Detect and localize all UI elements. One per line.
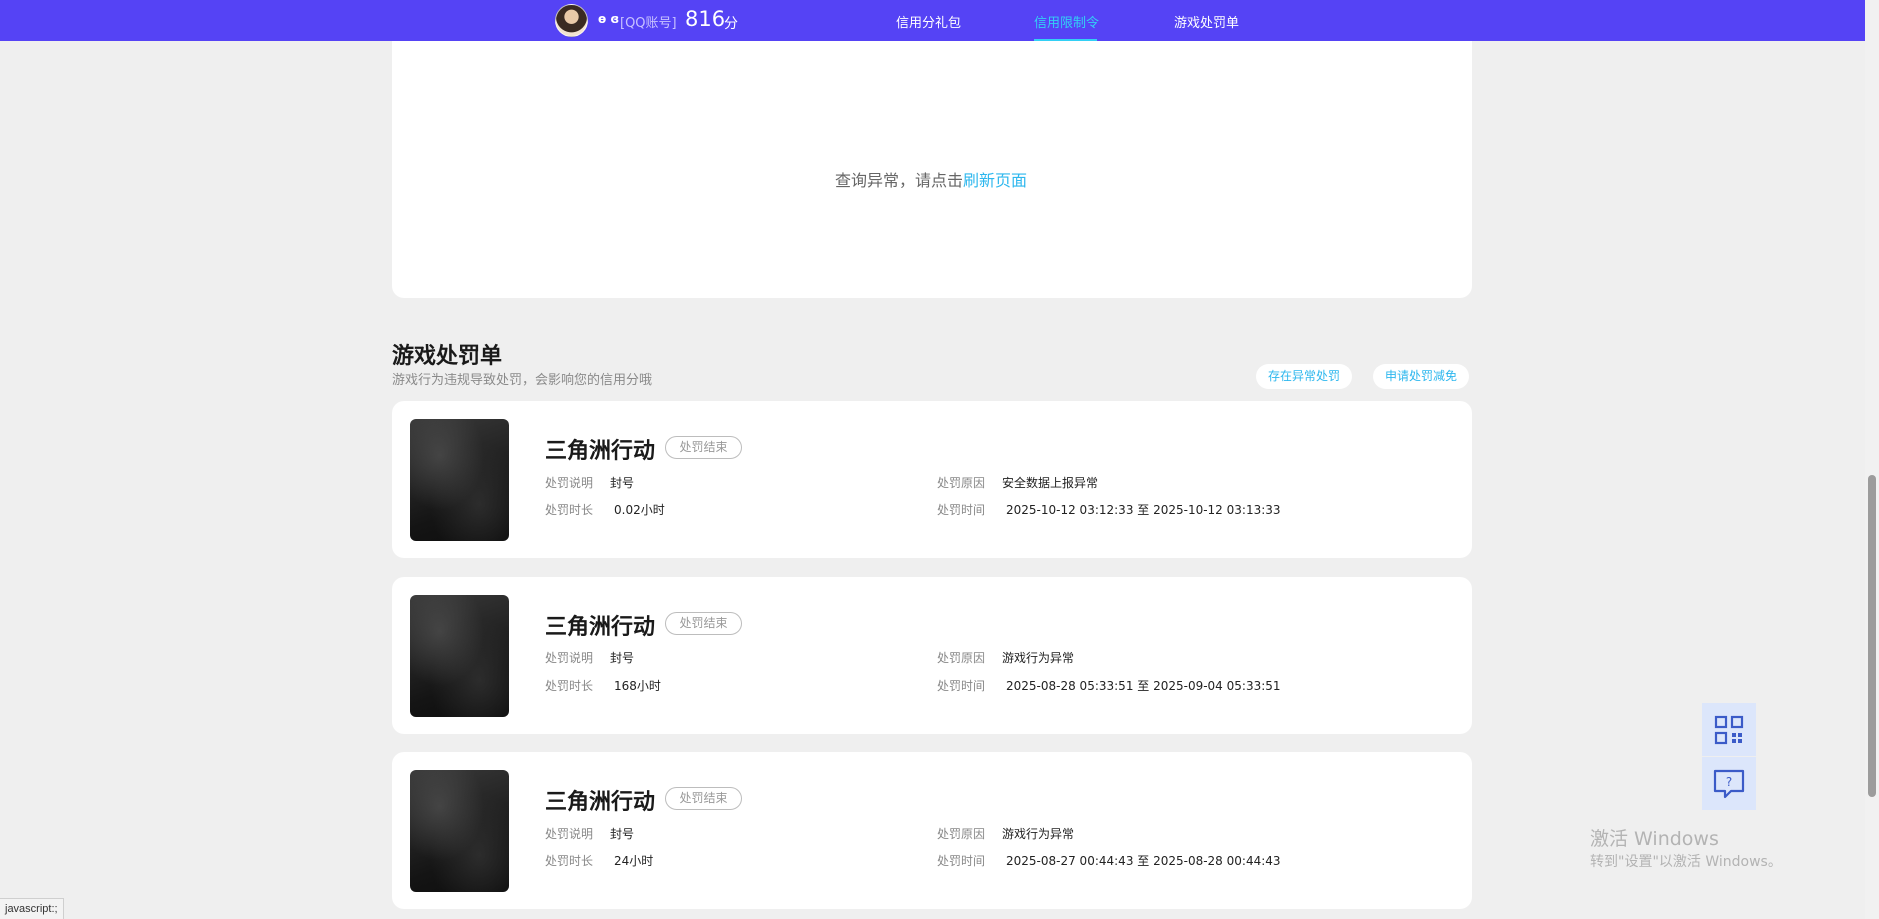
error-text: 查询异常，请点击 (835, 171, 964, 190)
game-name: 三角洲行动 (545, 790, 656, 815)
penalty-card: 三角洲行动 处罚结束 处罚说明 封号 处罚时长 24小时 处罚原因 游戏行为异常… (392, 752, 1472, 909)
credit-score-unit: 分 (724, 16, 738, 32)
browser-status-bar: javascript:; (0, 898, 64, 919)
windows-activation-hint: 转到"设置"以激活 Windows。 (1590, 854, 1782, 870)
penalty-desc-value: 封号 (610, 651, 635, 665)
penalty-time-value: 2025-08-28 05:33:51 至 2025-09-04 05:33:5… (1006, 679, 1281, 693)
penalty-duration-label: 处罚时长 (545, 503, 594, 517)
user-nickname: ɵ ɞ (598, 12, 620, 26)
credit-score: 816 (685, 7, 726, 31)
user-avatar[interactable] (555, 4, 588, 37)
status-badge: 处罚结束 (665, 787, 742, 810)
top-nav-bar: ɵ ɞ [QQ账号] 816 分 信用分礼包 信用限制令 游戏处罚单 (0, 0, 1865, 41)
penalty-reason-value: 游戏行为异常 (1002, 651, 1075, 665)
penalty-desc-label: 处罚说明 (545, 476, 594, 490)
penalty-desc-label: 处罚说明 (545, 651, 594, 665)
penalty-time-label: 处罚时间 (937, 679, 986, 693)
section-subtitle: 游戏行为违规导致处罚，会影响您的信用分哦 (392, 373, 653, 388)
feedback-icon: ? (1713, 769, 1745, 798)
game-name: 三角洲行动 (545, 615, 656, 640)
penalty-time-value: 2025-10-12 03:12:33 至 2025-10-12 03:13:3… (1006, 503, 1281, 517)
penalty-reason-value: 游戏行为异常 (1002, 827, 1075, 841)
query-error-message: 查询异常，请点击刷新页面 (835, 167, 1027, 191)
status-badge: 处罚结束 (665, 612, 742, 635)
windows-activation-title: 激活 Windows (1590, 828, 1719, 850)
feedback-glyph: ? (1726, 775, 1732, 789)
abnormal-penalty-button[interactable]: 存在异常处罚 (1256, 364, 1353, 389)
penalty-time-value: 2025-08-27 00:44:43 至 2025-08-28 00:44:4… (1006, 854, 1281, 868)
penalty-card: 三角洲行动 处罚结束 处罚说明 封号 处罚时长 168小时 处罚原因 游戏行为异… (392, 577, 1472, 734)
penalty-duration-label: 处罚时长 (545, 854, 594, 868)
scrollbar-thumb[interactable] (1868, 475, 1876, 797)
game-name: 三角洲行动 (545, 439, 656, 464)
penalty-duration-value: 24小时 (614, 854, 654, 868)
penalty-time-label: 处罚时间 (937, 854, 986, 868)
nav-credit-restriction[interactable]: 信用限制令 (1034, 12, 1099, 31)
penalty-desc-label: 处罚说明 (545, 827, 594, 841)
penalty-reason-value: 安全数据上报异常 (1002, 476, 1099, 490)
game-thumbnail (410, 595, 509, 717)
qrcode-icon (1714, 715, 1744, 744)
penalty-time-label: 处罚时间 (937, 503, 986, 517)
penalty-reason-label: 处罚原因 (937, 827, 986, 841)
penalty-reason-label: 处罚原因 (937, 476, 986, 490)
penalty-duration-label: 处罚时长 (545, 679, 594, 693)
feedback-button[interactable]: ? (1702, 757, 1756, 810)
nav-game-penalty[interactable]: 游戏处罚单 (1174, 12, 1239, 31)
game-thumbnail (410, 419, 509, 541)
penalty-card: 三角洲行动 处罚结束 处罚说明 封号 处罚时长 0.02小时 处罚原因 安全数据… (392, 401, 1472, 558)
game-thumbnail (410, 770, 509, 892)
apply-reduction-button[interactable]: 申请处罚减免 (1373, 364, 1470, 389)
penalty-desc-value: 封号 (610, 476, 635, 490)
section-title: 游戏处罚单 (392, 344, 503, 369)
qrcode-button[interactable] (1702, 703, 1756, 756)
nav-credit-gift[interactable]: 信用分礼包 (896, 12, 961, 31)
account-type-tag: [QQ账号] (620, 16, 677, 31)
penalty-duration-value: 0.02小时 (614, 503, 665, 517)
status-badge: 处罚结束 (665, 436, 742, 459)
refresh-page-link[interactable]: 刷新页面 (963, 171, 1027, 190)
penalty-duration-value: 168小时 (614, 679, 661, 693)
penalty-desc-value: 封号 (610, 827, 635, 841)
penalty-reason-label: 处罚原因 (937, 651, 986, 665)
